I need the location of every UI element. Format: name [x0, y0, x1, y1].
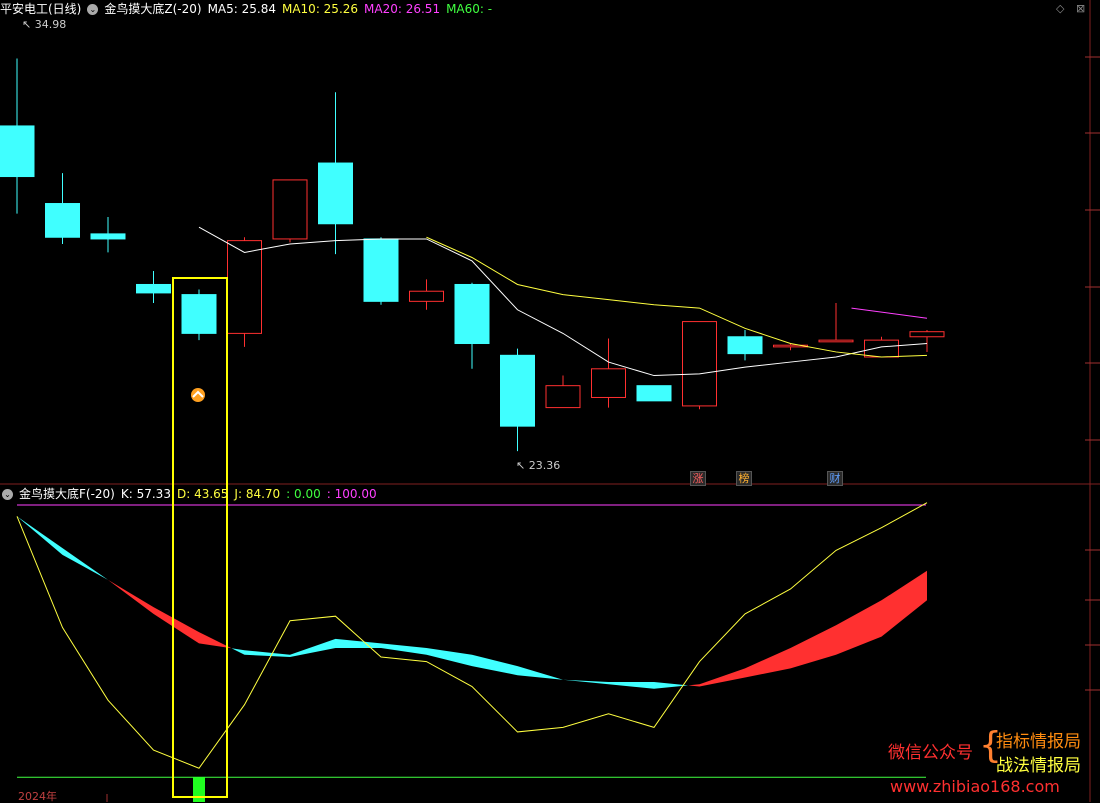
- sub-indicator-name[interactable]: 金鸟摸大底F(-20): [19, 487, 115, 501]
- watermark-url: www.zhibiao168.com: [890, 777, 1060, 796]
- candle-up: [682, 321, 717, 407]
- d-label: D: 43.65: [176, 487, 229, 501]
- highlight-box: [172, 277, 228, 798]
- kdj-panel: [16, 502, 928, 802]
- chart-window: 平安电工(日线) ⌄ 金鸟摸大底Z(-20) MA5: 25.84 MA10: 25.2…: [0, 0, 1100, 802]
- kd-ribbon: [563, 679, 609, 685]
- low-price-label: ↖ 23.36: [516, 459, 561, 472]
- wechat-label: 微信公众号: [888, 743, 973, 763]
- candle-up: [272, 179, 308, 240]
- ma60-label: MA60: -: [446, 2, 493, 16]
- chart-canvas: [0, 0, 1100, 802]
- ma10-label: MA10: 25.26: [281, 2, 359, 16]
- candle-up: [818, 339, 854, 343]
- candle-up: [864, 339, 899, 358]
- kd-ribbon: [108, 579, 154, 614]
- kd-ribbon: [836, 600, 882, 655]
- date-axis-label: 2024年: [18, 790, 57, 803]
- kd-ribbon: [472, 654, 518, 676]
- candle-down: [363, 238, 399, 302]
- kd-ribbon: [290, 638, 336, 658]
- kd-ribbon: [790, 625, 836, 669]
- candle-down: [454, 283, 490, 345]
- kd-ribbon: [381, 643, 427, 655]
- zero-label: : 0.00: [286, 487, 321, 501]
- candle-down: [181, 294, 217, 334]
- kd-ribbon: [688, 684, 700, 687]
- buy-signal-icon: [191, 388, 205, 402]
- close-panel-icon[interactable]: ⊠: [1076, 2, 1085, 15]
- j-label: J: 84.70: [234, 487, 281, 501]
- kd-ribbon: [426, 647, 472, 667]
- event-badge[interactable]: 财: [827, 471, 843, 486]
- kd-ribbon: [153, 607, 199, 644]
- indicator-name[interactable]: 金鸟摸大底Z(-20): [104, 2, 201, 16]
- candle-up: [409, 290, 444, 302]
- moving-averages: [198, 226, 928, 377]
- main-header: 平安电工(日线) ⌄ 金鸟摸大底Z(-20) MA5: 25.84 MA10: 25.2…: [0, 1, 498, 17]
- window-controls: ◇ ⊠: [1056, 2, 1085, 15]
- candlesticks: [0, 58, 945, 452]
- kd-ribbon: [881, 570, 927, 637]
- kd-ribbon: [608, 682, 654, 689]
- candle-down: [90, 233, 126, 240]
- sub-header: ⌄ 金鸟摸大底F(-20) K: 57.33 D: 43.65 J: 84.70 : 0.…: [2, 486, 383, 502]
- event-badge[interactable]: 涨: [690, 471, 706, 486]
- ma20-label: MA20: 26.51: [364, 2, 441, 16]
- candle-down: [500, 354, 535, 427]
- sub-indicator-settings-icon[interactable]: ⌄: [2, 489, 13, 500]
- candle-down: [45, 203, 80, 238]
- kd-ribbon: [244, 650, 290, 658]
- candle-down: [318, 162, 353, 225]
- kd-ribbon: [17, 516, 63, 555]
- candle-down: [727, 336, 763, 355]
- ma10-line: [426, 236, 928, 358]
- candle-down: [136, 283, 171, 294]
- candle-up: [227, 240, 262, 334]
- kd-ribbon: [62, 548, 108, 580]
- event-badge[interactable]: 榜: [736, 471, 752, 486]
- indicator-settings-icon[interactable]: ⌄: [87, 4, 99, 15]
- kd-ribbon: [335, 638, 381, 648]
- candle-up: [909, 331, 945, 338]
- ma5-label: MA5: 25.84: [207, 2, 276, 16]
- candle-down: [636, 385, 672, 402]
- candle-down: [0, 125, 35, 178]
- ma20-line: [851, 307, 928, 319]
- watermark-line1: 指标情报局: [996, 732, 1081, 752]
- stock-title[interactable]: 平安电工(日线): [0, 2, 81, 16]
- watermark-line2: 战法情报局: [996, 756, 1081, 776]
- high-price-label: ↖ 34.98: [22, 18, 67, 31]
- overlay-marks: [172, 277, 228, 798]
- kd-ribbon: [231, 648, 245, 655]
- hundred-label: : 100.00: [326, 487, 377, 501]
- j-line: [16, 502, 928, 769]
- ma5-line: [198, 226, 928, 377]
- kd-ribbon: [699, 668, 745, 687]
- k-label: K: 57.33: [120, 487, 171, 501]
- signal-green-bar: [193, 777, 205, 802]
- restore-icon[interactable]: ◇: [1056, 2, 1064, 15]
- candle-up: [591, 368, 626, 398]
- kd-ribbon: [517, 666, 563, 680]
- candle-up: [545, 385, 581, 409]
- kd-ribbon: [745, 647, 791, 678]
